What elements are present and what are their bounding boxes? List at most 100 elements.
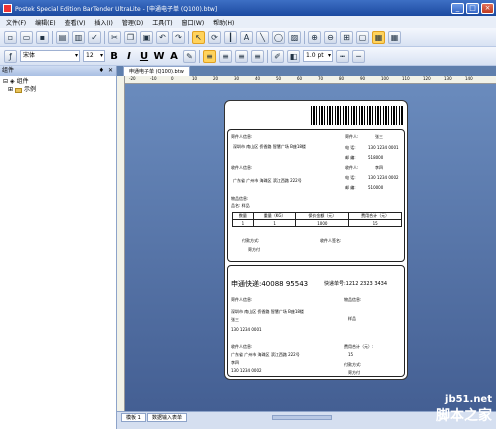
open-icon[interactable]: ▭ <box>20 30 33 44</box>
pointer-icon[interactable]: ↖ <box>192 30 205 44</box>
table-cell: 1 <box>232 219 254 227</box>
maximize-button[interactable]: □ <box>466 2 479 14</box>
align-center-icon[interactable]: ≡ <box>219 49 232 63</box>
s2-recv-title: 收件人信息: <box>231 344 253 349</box>
panel-title: 组件 <box>2 67 15 74</box>
menu-bar: 文件(F) 编辑(E) 查看(V) 插入(I) 管理(D) 工具(T) 窗口(W… <box>0 16 496 28</box>
shape-icon[interactable]: ◯ <box>272 30 285 44</box>
line-style-icon[interactable]: ┅ <box>336 49 349 63</box>
grid-icon[interactable]: ▦ <box>372 30 385 44</box>
underline-button[interactable]: U <box>138 50 150 63</box>
ruler-tick-label: 90 <box>360 76 366 81</box>
fill-color-icon[interactable]: ◧ <box>287 49 300 63</box>
goods-title: 物品信息: <box>231 196 249 201</box>
justify-icon[interactable]: ≡ <box>251 49 264 63</box>
tree-item-example[interactable]: ⊞ 示例 <box>3 86 113 94</box>
title-bar: Postek Special Edition BarTender UltraLi… <box>0 0 496 16</box>
undo-icon[interactable]: ↶ <box>156 30 169 44</box>
zoom-out-icon[interactable]: ⊖ <box>324 30 337 44</box>
save-icon[interactable]: ▪ <box>36 30 49 44</box>
sender-phone: 130 1234 0001 <box>368 145 399 150</box>
page-icon[interactable]: ▢ <box>356 30 369 44</box>
line-width-select[interactable]: 1.0 pt <box>303 50 333 62</box>
shipping-label[interactable]: 寄件人信息: 深圳市 南山区 侨香路 智慧广场 B座18楼 寄件人: 张三 电 … <box>224 100 408 380</box>
ruler-tick-label: 100 <box>381 76 389 81</box>
separator <box>267 49 268 63</box>
pay-label: 付款方式: <box>242 238 260 243</box>
zoom-in-icon[interactable]: ⊕ <box>308 30 321 44</box>
watermark: jb51.net 脚本之家 <box>436 394 492 425</box>
print-icon[interactable]: ▤ <box>56 30 69 44</box>
cut-icon[interactable]: ✂ <box>108 30 121 44</box>
recv-sign-label: 收件人签名: <box>320 238 342 243</box>
tab-template-1[interactable]: 模板 1 <box>121 413 146 422</box>
align-left-icon[interactable]: ≡ <box>203 49 216 63</box>
menu-window[interactable]: 窗口(W) <box>182 18 205 27</box>
sender-address: 深圳市 南山区 侨香路 智慧广场 B座18楼 <box>233 144 306 149</box>
recv-address: 广东省 广州市 海珠区 滨江西路 222号 <box>233 178 302 183</box>
menu-manage[interactable]: 管理(D) <box>122 18 143 27</box>
copy-icon[interactable]: ❐ <box>124 30 137 44</box>
bold-button[interactable]: B <box>108 50 120 63</box>
menu-view[interactable]: 查看(V) <box>65 18 86 27</box>
font-size-select[interactable]: 12 <box>83 50 105 62</box>
align-right-icon[interactable]: ≡ <box>235 49 248 63</box>
paste-icon[interactable]: ▣ <box>140 30 153 44</box>
s2-sender-address: 深圳市 南山区 侨香路 智慧广场 B座18楼 <box>231 309 304 314</box>
tab-data-entry[interactable]: 数据输入表单 <box>147 413 188 422</box>
wide-button[interactable]: W <box>153 50 165 63</box>
menu-tools[interactable]: 工具(T) <box>152 18 172 27</box>
s2-fee-label: 费用合计（元）: <box>344 344 374 349</box>
table-cell: 1000 <box>295 219 350 227</box>
redo-icon[interactable]: ↷ <box>172 30 185 44</box>
zoom-fit-icon[interactable]: ⊞ <box>340 30 353 44</box>
rotate-icon[interactable]: ⟳ <box>208 30 221 44</box>
table-header: 重量（KG） <box>252 212 297 220</box>
ruler-tick-label: 40 <box>255 76 261 81</box>
menu-insert[interactable]: 插入(I) <box>94 18 112 27</box>
watermark-domain: jb51.net <box>445 394 492 405</box>
tracking-number: 快递单号:1212 2323 3434 <box>324 281 388 287</box>
separator <box>104 30 105 44</box>
line-dash-icon[interactable]: ─ <box>352 49 365 63</box>
pin-icon[interactable]: ♦ <box>99 66 104 76</box>
tree-item-label: 示例 <box>24 86 37 93</box>
close-button[interactable]: × <box>481 2 494 14</box>
menu-help[interactable]: 帮助(H) <box>213 18 234 27</box>
recv-zip-label: 邮 编: <box>345 185 356 190</box>
sender-zip: 518000 <box>368 155 384 160</box>
print-preview-icon[interactable]: ▥ <box>72 30 85 44</box>
font-color-button[interactable]: A <box>168 50 180 63</box>
expand-icon[interactable]: ⊟ <box>3 78 8 86</box>
close-icon[interactable]: ✕ <box>108 66 113 76</box>
barcode[interactable] <box>311 106 403 125</box>
menu-edit[interactable]: 编辑(E) <box>35 18 55 27</box>
horizontal-scrollbar[interactable] <box>272 415 332 420</box>
recv-name-label: 收件人: <box>345 165 359 170</box>
sender-title: 寄件人信息: <box>231 134 253 139</box>
barcode-icon[interactable]: ┃ <box>224 30 237 44</box>
italic-button[interactable]: I <box>123 50 135 63</box>
font-icon: ƒ <box>4 49 17 63</box>
document-tab[interactable]: 申通电子单 (Q100).btw <box>123 66 190 76</box>
bottom-section: 申通快递:40088 95543 快递单号:1212 2323 3434 寄件人… <box>227 265 405 377</box>
spell-icon[interactable]: ✓ <box>88 30 101 44</box>
expand-icon[interactable]: ⊞ <box>8 86 13 94</box>
line-icon[interactable]: ╲ <box>256 30 269 44</box>
font-select[interactable]: 宋体 <box>20 50 80 62</box>
vertical-ruler <box>117 76 125 418</box>
tree-root[interactable]: ⊟ ◈ 组件 <box>3 78 113 86</box>
picture-icon[interactable]: ▨ <box>288 30 301 44</box>
menu-file[interactable]: 文件(F) <box>6 18 26 27</box>
table-icon[interactable]: ▦ <box>388 30 401 44</box>
pen-color-icon[interactable]: ✐ <box>271 49 284 63</box>
ruler-tick-label: 80 <box>339 76 345 81</box>
ruler-tick-label: -20 <box>129 76 136 81</box>
component-root-icon: ◈ <box>10 78 15 85</box>
recv-phone-label: 电 话: <box>345 175 356 180</box>
new-icon[interactable]: ▫ <box>4 30 17 44</box>
app-icon <box>3 3 12 13</box>
minimize-button[interactable]: _ <box>451 2 464 14</box>
highlight-icon[interactable]: ✎ <box>183 49 196 63</box>
text-icon[interactable]: A <box>240 30 253 44</box>
